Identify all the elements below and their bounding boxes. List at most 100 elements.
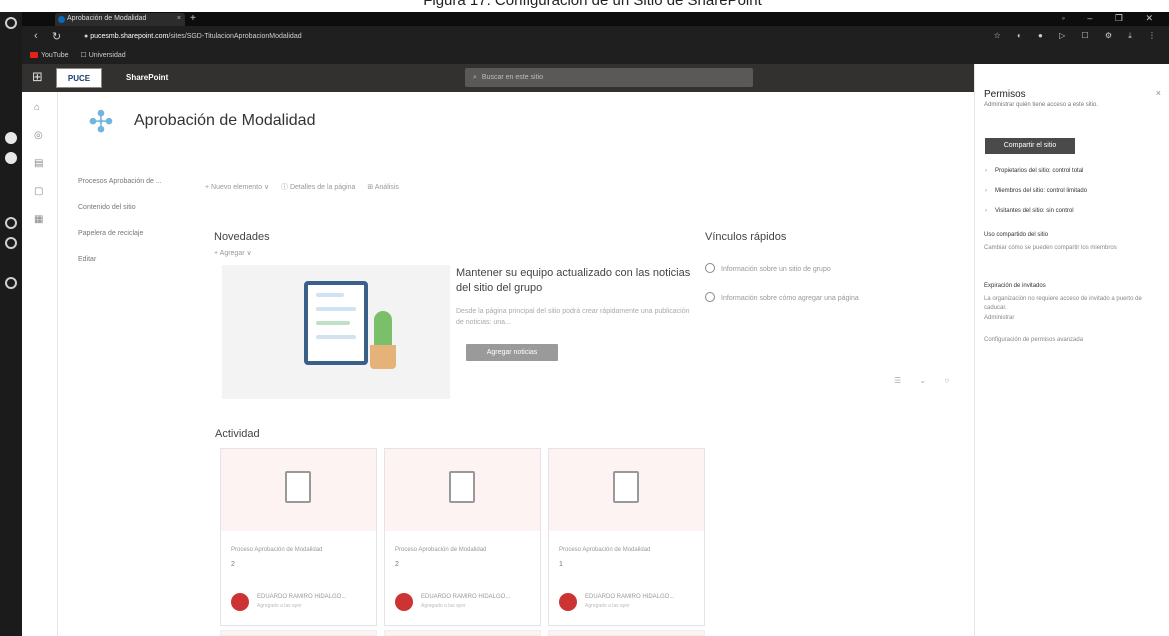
card-count: 2 [395,561,399,568]
activity-card[interactable]: Proceso Aprobación de Modalidad 1 EDUARD… [548,448,705,626]
app-launcher-icon[interactable]: ⊞ [32,69,43,85]
activity-heading: Actividad [215,428,260,440]
group-members[interactable]: › Miembros del sitio: control limitado [985,188,1087,194]
tab-aprobacion[interactable]: Aprobación de Modalidad × [55,13,185,26]
url-host: pucesmb.sharepoint.com [90,33,169,40]
news-promo: Mantener su equipo actualizado con las n… [456,266,696,328]
quick-links-controls[interactable]: ☰ ⌄ ○ [894,376,957,385]
tab-title: Aprobación de Modalidad [67,15,147,22]
refresh-icon[interactable]: ↻ [52,30,61,43]
back-icon[interactable]: ‹ [34,30,38,42]
share-site-button[interactable]: Compartir el sitio [985,138,1075,154]
guest-expiration-text: La organización no requiere acceso de in… [984,296,1142,311]
news-promo-title: Mantener su equipo actualizado con las n… [456,267,691,294]
group-label: Miembros del sitio: control limitado [995,188,1088,194]
bookmark-youtube[interactable]: YouTube [30,52,69,59]
close-icon[interactable]: × [1156,88,1161,98]
workspace-icon[interactable] [5,17,17,29]
new-item-button[interactable]: + Nuevo elemento ∨ [205,184,269,191]
discover-icon[interactable] [5,152,17,164]
avatar [559,593,577,611]
globe-icon[interactable]: ◎ [34,130,43,141]
illustration-line [316,335,356,339]
lists-icon[interactable]: ▦ [34,214,43,225]
avatar [231,593,249,611]
app-bar: ⌂ ◎ ▤ ▢ ▦ [22,92,58,636]
quick-link-label: Información sobre cómo agregar una págin… [721,295,859,302]
screenshot-page: Figura 17. Configuración de un Sitio de … [0,0,1169,636]
quick-link-label: Información sobre un sitio de grupo [721,266,831,273]
search-icon: ⌕ [473,74,477,81]
news-promo-description: Desde la página principal del sitio podr… [456,308,690,326]
activity-card[interactable]: Proceso Aprobación de Modalidad 2 EDUARD… [384,448,541,626]
chevron-icon: › [985,168,987,174]
activity-card[interactable]: Proceso Aprobación de Modalidad 2 EDUARD… [220,448,377,626]
tab-bar: Aprobación de Modalidad × + ◦ – ❐ ✕ [22,12,1169,26]
quick-link-2[interactable]: Información sobre cómo agregar una págin… [705,292,859,302]
nav-item-procesos[interactable]: Procesos Aprobación de ... [78,178,190,204]
org-logo[interactable]: PUCE [56,68,102,88]
nav-item-contenido[interactable]: Contenido del sitio [78,204,190,230]
tab-close-icon[interactable]: × [177,13,181,25]
chevron-icon: › [985,208,987,214]
page-details-button[interactable]: ⓘ Detalles de la página [281,184,355,191]
site-title[interactable]: Aprobación de Modalidad [134,112,315,130]
chevron-icon: › [985,188,987,194]
site-sharing-link[interactable]: Cambiar cómo se pueden compartir los mie… [984,244,1166,253]
document-icon [613,471,639,503]
nav-item-papelera[interactable]: Papelera de reciclaje [78,230,190,256]
news-heading: Novedades [214,231,270,243]
cactus-illustration [374,311,392,347]
news-icon[interactable]: ▤ [34,158,43,169]
copilot-icon[interactable] [5,132,17,144]
url-field[interactable]: ● pucesmb.sharepoint.com/sites/SGD-Titul… [84,30,964,44]
nav-item-editar[interactable]: Editar [78,256,190,282]
card-count: 1 [559,561,563,568]
sharepoint-icon [58,16,65,23]
card-author: EDUARDO RAMIRO HIDALGO... [585,594,675,600]
extension-icon[interactable] [5,237,17,249]
site-search-input[interactable]: ⌕ Buscar en este sitio [465,68,753,87]
guest-expiration-heading: Expiración de invitados [984,283,1046,289]
analytics-button[interactable]: ⊞ Análisis [367,184,399,191]
avatar [395,593,413,611]
card-timestamp: Agregado a las ayer [585,603,630,609]
bookmarks-bar: YouTube ☐ Universidad [22,48,1169,64]
settings-icon[interactable] [5,217,17,229]
add-news-button[interactable]: Agregar noticias [466,344,558,361]
home-icon[interactable]: ⌂ [34,102,40,113]
bookmark-label: YouTube [41,52,69,59]
advanced-permissions-link[interactable]: Configuración de permisos avanzada [984,336,1166,345]
illustration-line [316,321,350,325]
window-controls[interactable]: ◦ – ❐ ✕ [1062,12,1163,25]
card-thumbnail [549,449,704,531]
suite-header: ⊞ PUCE SharePoint ⌕ Buscar en este sitio [22,64,974,92]
panel-title: Permisos [984,89,1026,100]
group-visitors[interactable]: › Visitantes del sitio: sin control [985,208,1074,214]
new-tab-button[interactable]: + [190,12,196,25]
add-news-dropdown[interactable]: + Agregar ∨ [214,249,252,257]
activity-card-partial [548,630,705,636]
files-icon[interactable]: ▢ [34,186,43,197]
extensions-area[interactable]: ☆ ◐ ● ▷ ☐ ⚙ ⤓ ⋮ [994,31,1163,41]
card-title: Proceso Aprobación de Modalidad [231,547,323,553]
site-sharing-heading: Uso compartido del sitio [984,232,1049,238]
activity-section: Actividad Proceso Aprobación de Modalida… [215,428,895,636]
card-timestamp: Agregado a las ayer [257,603,302,609]
youtube-icon [30,52,38,58]
illustration-line [316,307,356,311]
caption-text: Figura 17. Configuración de un Sitio de … [423,0,762,9]
url-path: /sites/SGD-TitulacionAprobacionModalidad [168,33,302,40]
group-label: Propietarios del sitio: control total [995,168,1084,174]
browser-sidebar [0,12,22,636]
site-logo-icon: ✣ [88,106,114,139]
bookmark-universidad[interactable]: ☐ Universidad [80,52,125,59]
browser-window: Aprobación de Modalidad × + ◦ – ❐ ✕ ‹ ↻ … [0,12,1169,636]
group-owners[interactable]: › Propietarios del sitio: control total [985,168,1083,174]
manage-link[interactable]: Administrar [984,314,1166,323]
card-thumbnail [385,449,540,531]
app-name[interactable]: SharePoint [126,64,168,92]
quick-link-1[interactable]: Información sobre un sitio de grupo [705,263,831,273]
apps-icon[interactable] [5,277,17,289]
site-navigation: Procesos Aprobación de ... Contenido del… [58,178,190,282]
